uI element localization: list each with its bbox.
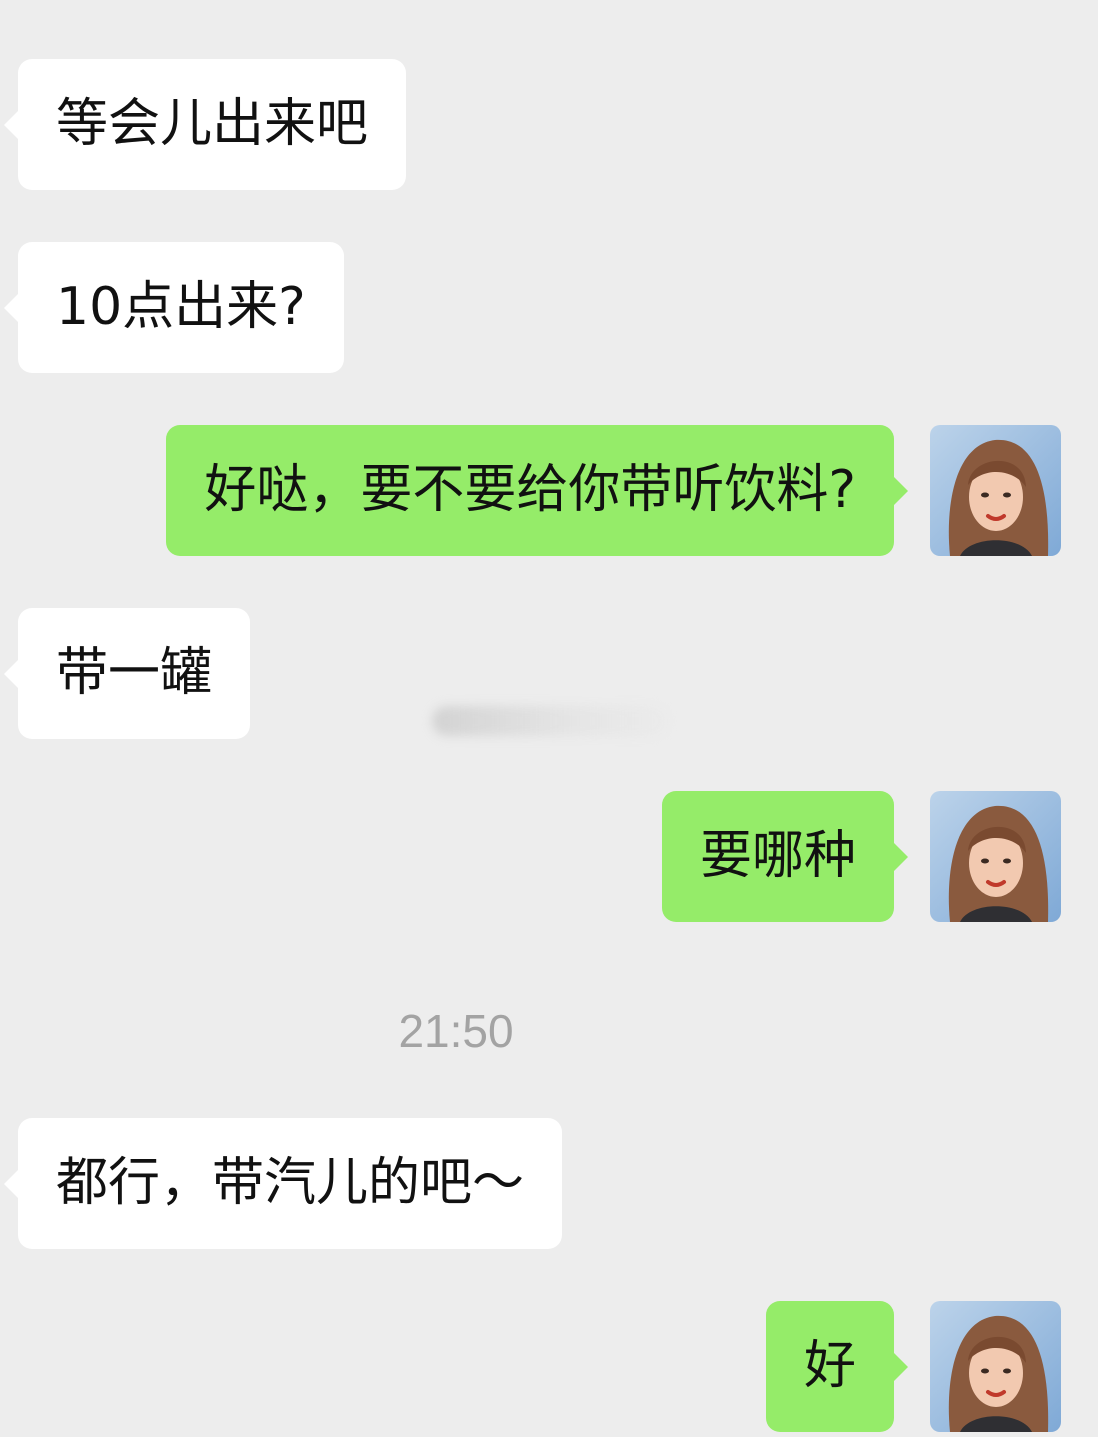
- message-text: 好: [803, 1336, 856, 1396]
- incoming-message-bubble[interactable]: 等会儿出来吧: [3, 59, 407, 190]
- avatar-photo-icon: [930, 791, 1061, 922]
- avatar-photo-icon: [930, 1301, 1061, 1432]
- user-avatar[interactable]: [930, 1301, 1061, 1432]
- outgoing-message-bubble[interactable]: 要哪种: [661, 791, 909, 922]
- blurred-watermark: [432, 706, 668, 736]
- message-text: 等会儿出来吧: [56, 94, 369, 154]
- message-text: 10点出来?: [56, 277, 306, 337]
- incoming-message-bubble[interactable]: 都行，带汽儿的吧～: [3, 1118, 563, 1249]
- message-text: 好哒，要不要给你带听饮料?: [204, 460, 856, 520]
- user-avatar[interactable]: [930, 791, 1061, 922]
- message-text: 带一罐: [56, 643, 213, 703]
- outgoing-message-bubble[interactable]: 好哒，要不要给你带听饮料?: [166, 425, 908, 556]
- avatar-photo-icon: [930, 425, 1061, 556]
- outgoing-message-bubble[interactable]: 好: [765, 1301, 909, 1432]
- message-text: 都行，带汽儿的吧～: [56, 1153, 525, 1213]
- chat-thread: 等会儿出来吧 10点出来? 好哒，要不要给你带听饮料? 带一罐 要哪种 21:5…: [0, 0, 1098, 1437]
- user-avatar[interactable]: [930, 425, 1061, 556]
- incoming-message-bubble[interactable]: 带一罐: [3, 608, 251, 739]
- message-timestamp: 21:50: [398, 1005, 514, 1057]
- message-text: 要哪种: [699, 826, 856, 886]
- incoming-message-bubble[interactable]: 10点出来?: [4, 242, 344, 373]
